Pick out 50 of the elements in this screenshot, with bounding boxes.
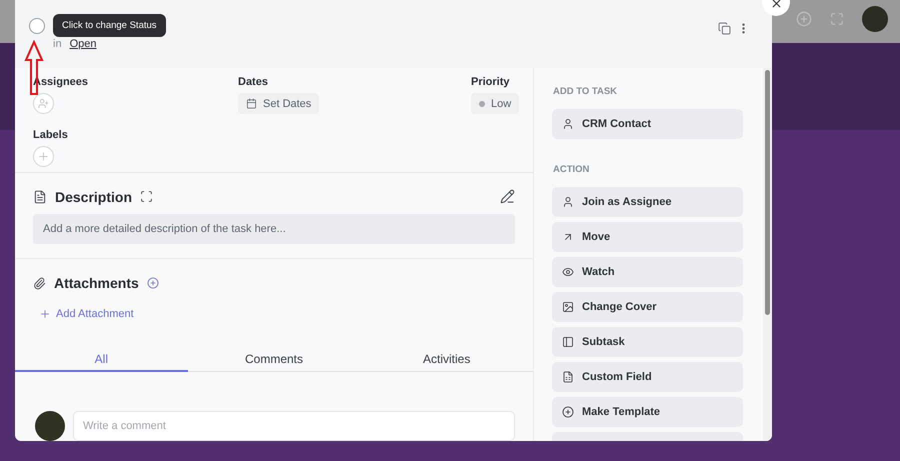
in-label: in: [53, 38, 62, 50]
action-button[interactable]: Make Template: [552, 397, 743, 427]
add-person-icon: [38, 98, 49, 109]
labels-label: Labels: [33, 128, 68, 141]
add-circle-icon: [562, 406, 574, 418]
set-dates-button[interactable]: Set Dates: [238, 93, 320, 114]
section-heading: ADD TO TASK: [553, 86, 618, 97]
panel-icon: [562, 336, 574, 348]
edit-icon[interactable]: [500, 189, 515, 204]
copy-icon[interactable]: [718, 22, 731, 35]
add-assignee-button[interactable]: [33, 93, 54, 114]
action-button[interactable]: Subtask: [552, 327, 743, 357]
user-avatar: [35, 411, 65, 441]
arrow-icon: [562, 231, 574, 243]
person-icon: [562, 118, 574, 130]
status-toggle[interactable]: [29, 18, 45, 34]
list-link[interactable]: Open: [70, 38, 96, 50]
action-button[interactable]: Join as Assignee: [552, 187, 743, 217]
action-button[interactable]: CRM Contact: [552, 109, 743, 139]
plus-icon: [37, 150, 50, 163]
document-icon: [33, 190, 47, 204]
description-title: Description: [55, 188, 132, 205]
action-button[interactable]: Watch: [552, 257, 743, 287]
add-circle-icon[interactable]: [146, 277, 159, 290]
scrollbar[interactable]: [763, 68, 772, 441]
eye-icon: [562, 266, 574, 278]
section-heading: ACTION: [553, 164, 590, 175]
person-icon: [562, 196, 574, 208]
tab[interactable]: Activities: [360, 347, 534, 372]
priority-button[interactable]: Low: [471, 93, 520, 114]
attachments-title: Attachments: [54, 275, 139, 292]
action-button[interactable]: Custom Field: [552, 362, 743, 392]
paperclip-icon: [33, 276, 46, 290]
comment-field[interactable]: Write a comment: [73, 411, 515, 441]
tab[interactable]: All: [15, 347, 188, 372]
picture-icon: [562, 301, 574, 313]
action-button[interactable]: Move: [552, 222, 743, 252]
add-attachment-link[interactable]: Add Attachment: [33, 308, 134, 320]
close-icon: [770, 0, 782, 10]
tab[interactable]: Comments: [188, 347, 360, 372]
dates-label: Dates: [238, 76, 268, 88]
status-tooltip: Click to change Status: [53, 14, 166, 37]
plus-icon: [39, 308, 51, 320]
description-field[interactable]: Add a more detailed description of the task here...: [33, 214, 515, 244]
expand-icon[interactable]: [140, 190, 154, 204]
calendar-icon: [246, 98, 257, 109]
priority-label: Priority: [471, 76, 510, 88]
action-button[interactable]: Change Cover: [552, 292, 743, 322]
user-avatar[interactable]: [862, 6, 888, 32]
sheet-icon: [562, 371, 574, 383]
